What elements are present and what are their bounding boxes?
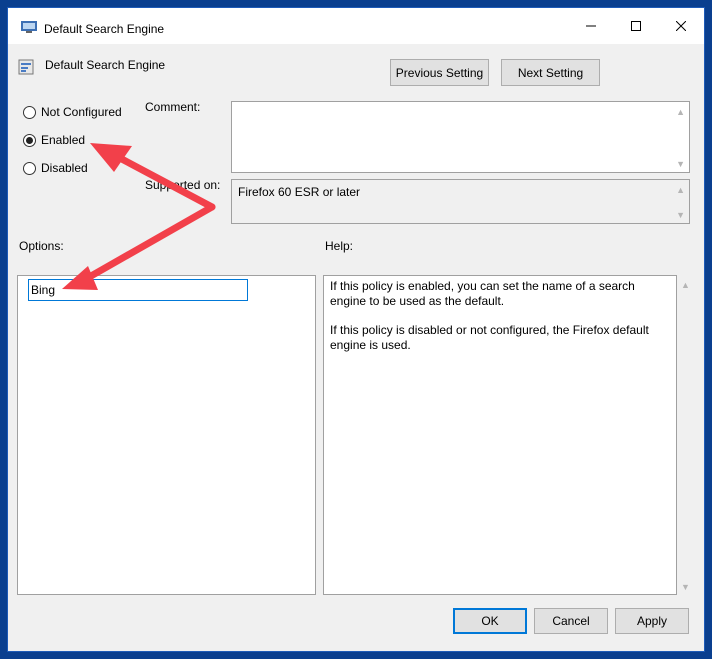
apply-button[interactable]: Apply [615,608,689,634]
radio-button[interactable] [23,161,36,175]
radio-label: Enabled [41,133,86,147]
supported-on-field: Firefox 60 ESR or later ▲ ▼ [231,179,690,224]
scroll-up-icon[interactable]: ▲ [676,107,685,117]
radio-button[interactable] [23,105,36,119]
title-bar[interactable]: Default Search Engine [8,8,704,44]
scroll-down-icon[interactable]: ▼ [676,159,685,169]
scroll-down-icon[interactable]: ▼ [676,210,685,220]
policy-editor-icon [21,21,37,33]
ok-button[interactable]: OK [453,608,527,634]
search-engine-input[interactable] [28,279,248,301]
options-panel [17,275,316,595]
minimize-button[interactable] [568,8,614,44]
close-button[interactable] [658,8,704,44]
supported-on-value: Firefox 60 ESR or later [238,185,361,199]
radio-disabled[interactable]: Disabled [23,161,88,175]
comment-textarea[interactable]: ▲ ▼ [231,101,690,173]
help-label: Help: [325,239,354,253]
cancel-button[interactable]: Cancel [534,608,608,634]
help-scroll-down-icon[interactable]: ▼ [681,582,690,592]
policy-dialog: Default Search Engine Default Search Eng… [7,7,705,652]
radio-button-selected[interactable] [23,133,36,147]
radio-label: Disabled [41,161,88,175]
next-setting-button[interactable]: Next Setting [501,59,600,86]
radio-not-configured[interactable]: Not Configured [23,105,122,119]
radio-label: Not Configured [41,105,122,119]
help-panel: If this policy is enabled, you can set t… [323,275,677,595]
options-label: Options: [19,239,64,253]
maximize-icon [631,21,641,31]
maximize-button[interactable] [613,8,659,44]
help-paragraph: If this policy is enabled, you can set t… [330,279,635,308]
help-scroll-up-icon[interactable]: ▲ [681,280,690,290]
comment-label: Comment: [145,100,201,114]
supported-on-label: Supported on: [145,178,221,192]
scroll-up-icon[interactable]: ▲ [676,185,685,195]
setting-title: Default Search Engine [45,58,166,72]
help-paragraph: If this policy is disabled or not config… [330,323,649,352]
previous-setting-button[interactable]: Previous Setting [390,59,489,86]
radio-enabled[interactable]: Enabled [23,133,85,147]
minimize-icon [586,25,596,27]
setting-icon [18,59,34,75]
window-title: Default Search Engine [44,22,165,36]
close-icon [676,21,686,31]
